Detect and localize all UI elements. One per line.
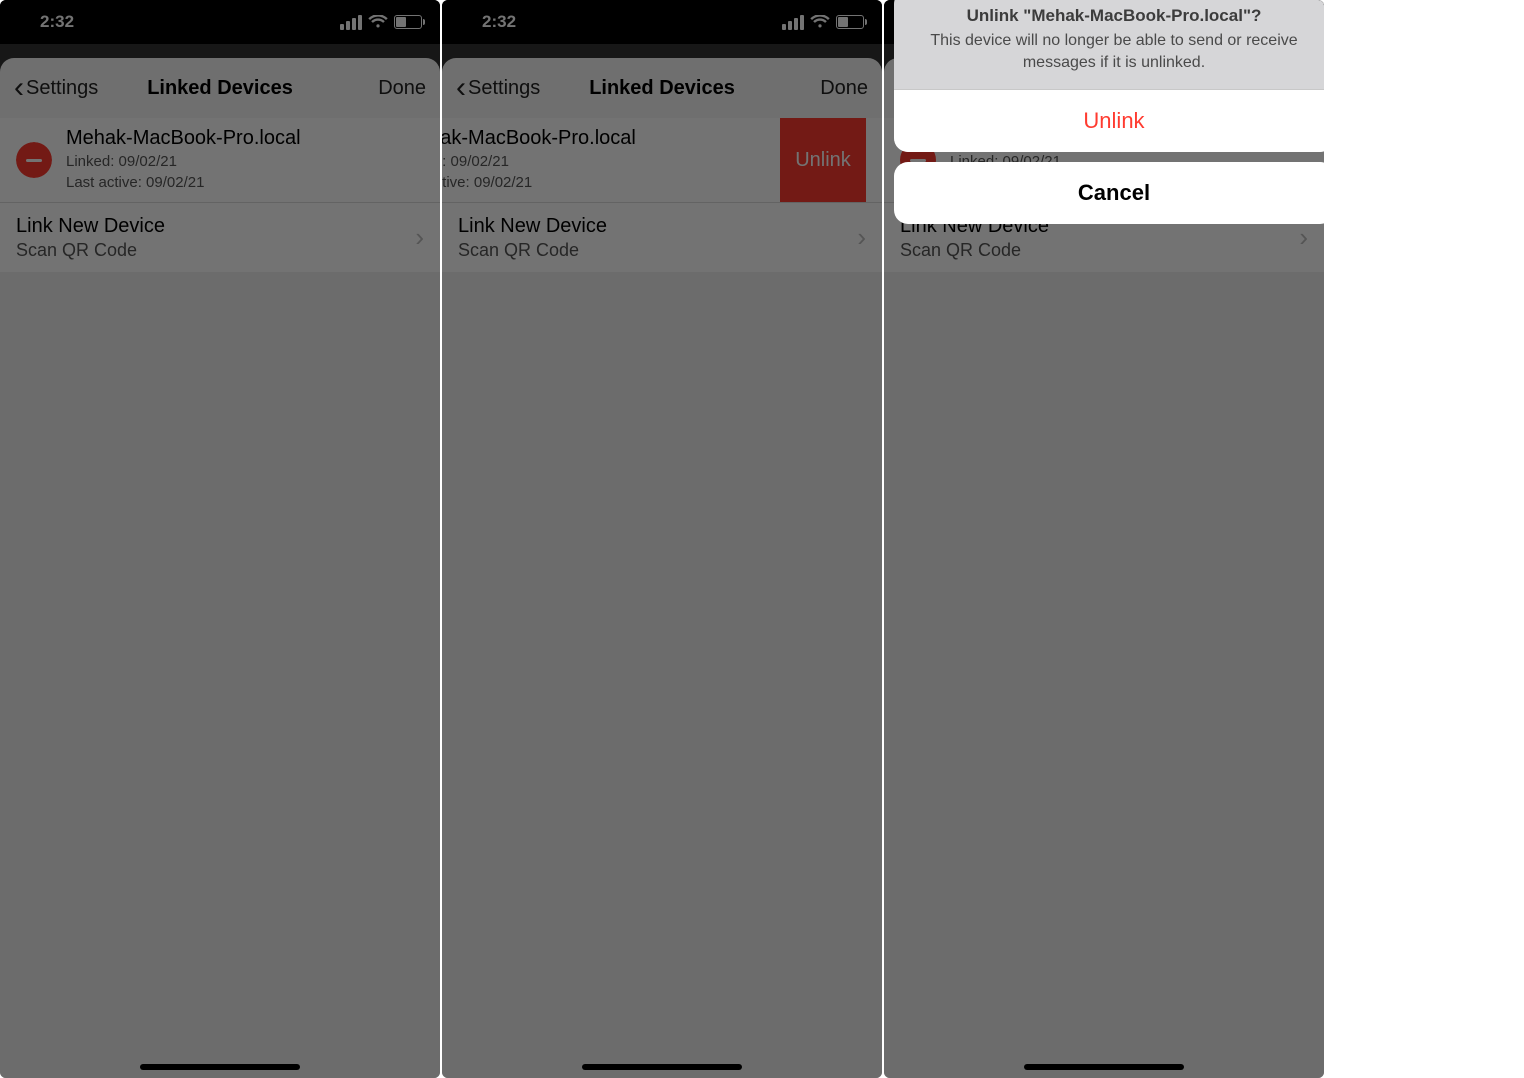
battery-icon: [836, 15, 864, 29]
content-area: Mehak-MacBook-Pro.local Linked: 09/02/21…: [884, 118, 1324, 1078]
device-name: Mehak-MacBook-Pro.local: [66, 127, 424, 150]
action-sheet-title: Unlink "Mehak-MacBook-Pro.local"?: [912, 6, 1316, 26]
status-right: [782, 15, 864, 30]
status-time: 2:32: [482, 12, 516, 32]
phone-screen-1: 2:32 ‹ Settings Linked Devices Done: [0, 0, 440, 1078]
done-button[interactable]: Done: [820, 77, 868, 100]
back-label: Settings: [468, 77, 540, 100]
minus-icon: [26, 159, 42, 162]
chevron-right-icon: ›: [1299, 222, 1308, 253]
delete-device-button[interactable]: [16, 142, 52, 178]
link-new-subtitle: Scan QR Code: [900, 240, 1049, 261]
phone-screen-2: 2:32 ‹ Settings Linked Devices Done ehak…: [442, 0, 882, 1078]
triptych-container: 2:32 ‹ Settings Linked Devices Done: [0, 0, 1524, 1078]
content-area: Mehak-MacBook-Pro.local Linked: 09/02/21…: [0, 118, 440, 1078]
action-sheet-header: Unlink "Mehak-MacBook-Pro.local"? This d…: [894, 0, 1324, 89]
status-right: [340, 15, 422, 30]
cellular-signal-icon: [782, 15, 804, 30]
wifi-icon: [368, 15, 388, 29]
device-info: ehak-MacBook-Pro.local ked: 09/02/21 t a…: [442, 127, 780, 193]
device-linked-date: ked: 09/02/21: [442, 152, 780, 172]
link-new-title: Link New Device: [458, 215, 607, 238]
wifi-icon: [810, 15, 830, 29]
cellular-signal-icon: [340, 15, 362, 30]
back-label: Settings: [26, 77, 98, 100]
linked-device-row[interactable]: Mehak-MacBook-Pro.local Linked: 09/02/21…: [0, 118, 440, 202]
status-bar: 2:32: [442, 0, 882, 44]
link-new-device-row[interactable]: Link New Device Scan QR Code ›: [0, 202, 440, 272]
home-indicator[interactable]: [140, 1064, 300, 1070]
chevron-right-icon: ›: [415, 222, 424, 253]
battery-icon: [394, 15, 422, 29]
back-button[interactable]: ‹ Settings: [14, 73, 98, 103]
content-area: ehak-MacBook-Pro.local ked: 09/02/21 t a…: [442, 118, 882, 1078]
action-sheet-card: Unlink "Mehak-MacBook-Pro.local"? This d…: [894, 0, 1324, 152]
device-last-active: Last active: 09/02/21: [66, 173, 424, 193]
nav-bar: ‹ Settings Linked Devices Done: [442, 58, 882, 118]
device-linked-date: Linked: 09/02/21: [66, 152, 424, 172]
status-time: 2:32: [40, 12, 74, 32]
home-indicator[interactable]: [1024, 1064, 1184, 1070]
linked-device-row[interactable]: ehak-MacBook-Pro.local ked: 09/02/21 t a…: [442, 118, 882, 202]
status-bar: 2:32: [0, 0, 440, 44]
cancel-button[interactable]: Cancel: [894, 162, 1324, 224]
unlink-confirm-button[interactable]: Unlink: [894, 89, 1324, 152]
link-new-device-row[interactable]: Link New Device Scan QR Code ›: [442, 202, 882, 272]
action-sheet-subtitle: This device will no longer be able to se…: [912, 30, 1316, 73]
link-new-title: Link New Device: [16, 215, 165, 238]
chevron-left-icon: ‹: [456, 73, 466, 103]
back-button[interactable]: ‹ Settings: [456, 73, 540, 103]
phone-screen-3: 2:33 ‹ Settings Linked Devices Done: [884, 0, 1324, 1078]
chevron-left-icon: ‹: [14, 73, 24, 103]
link-new-subtitle: Scan QR Code: [16, 240, 165, 261]
nav-bar: ‹ Settings Linked Devices Done: [0, 58, 440, 118]
link-new-subtitle: Scan QR Code: [458, 240, 607, 261]
done-button[interactable]: Done: [378, 77, 426, 100]
device-last-active: t active: 09/02/21: [442, 173, 780, 193]
unlink-swipe-button[interactable]: Unlink: [780, 118, 866, 202]
device-info: Mehak-MacBook-Pro.local Linked: 09/02/21…: [66, 127, 424, 193]
home-indicator[interactable]: [582, 1064, 742, 1070]
device-name: ehak-MacBook-Pro.local: [442, 127, 780, 150]
chevron-right-icon: ›: [857, 222, 866, 253]
action-sheet: Unlink "Mehak-MacBook-Pro.local"? This d…: [894, 0, 1324, 224]
